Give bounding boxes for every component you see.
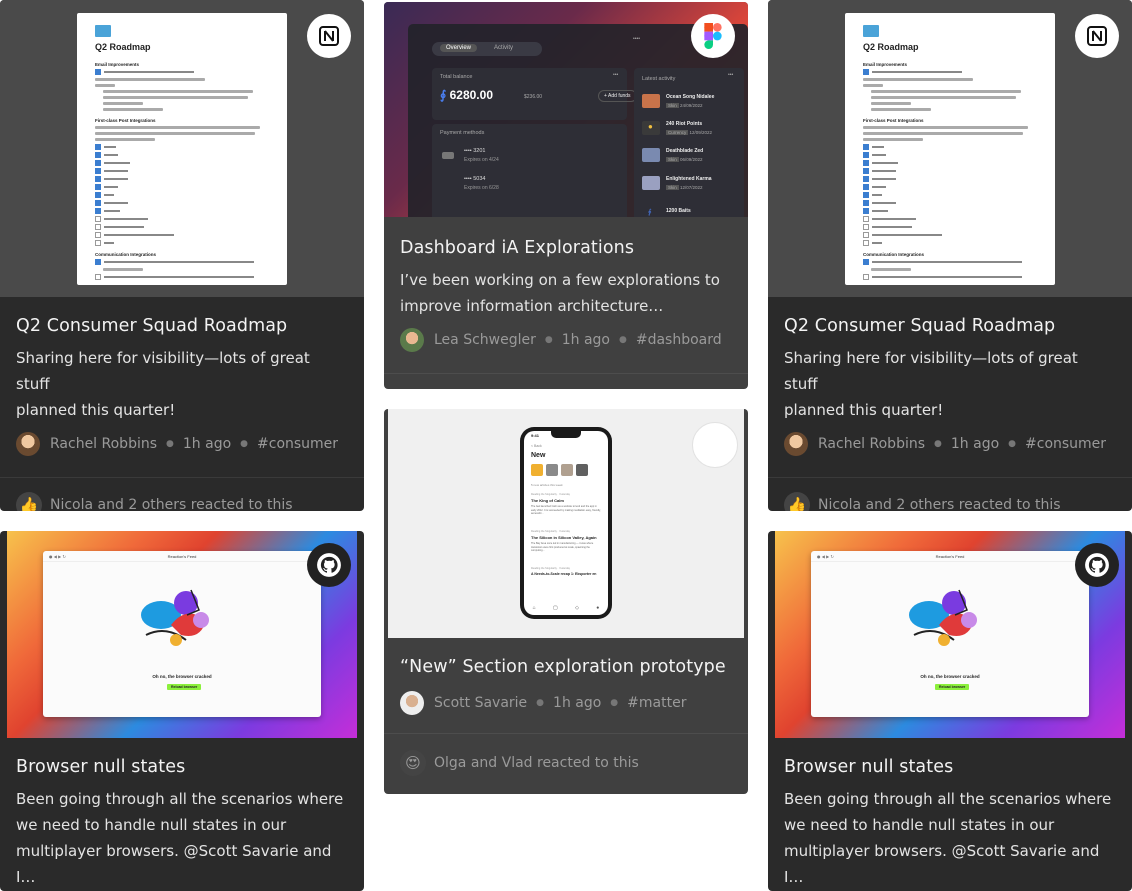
post-description: Been going through all the scenarios whe… (784, 790, 1112, 886)
post-meta: Scott Savarie ● 1h ago ● #matter (400, 691, 732, 715)
post-card-prototype[interactable]: 9:41 < Back New 5 new articles this week… (384, 409, 748, 794)
post-title[interactable]: Q2 Consumer Squad Roadmap (16, 316, 348, 336)
avatar[interactable] (784, 432, 808, 456)
browser-window-preview: ● ◀ ▶ ↻ Reaction's Feed Oh no, the brows… (43, 551, 321, 717)
doc-section: Email Improvements (863, 62, 908, 67)
post-card-roadmap[interactable]: Q2 Roadmap Email Improvements First-clas… (768, 0, 1132, 511)
post-meta: Rachel Robbins ● 1h ago ● #consumer (784, 432, 1116, 456)
reaction-row[interactable]: 👍 Nicola and 2 others reacted to this (0, 492, 364, 511)
heart-eyes-icon: 😍 (400, 750, 426, 776)
post-card-roadmap[interactable]: Q2 Roadmap Email Improvements First-clas… (0, 0, 364, 511)
post-tag[interactable]: #consumer (257, 436, 338, 452)
post-card-dashboard[interactable]: Overview Activity •••• Total balance ∮ 6… (384, 2, 748, 389)
doc-section: Communication Integrations (863, 252, 925, 257)
doc-section: Communication Integrations (95, 252, 157, 257)
notion-doc-preview: Q2 Roadmap Email Improvements First-clas… (77, 13, 287, 285)
github-icon[interactable] (1075, 543, 1119, 587)
post-meta: Rachel Robbins ● 1h ago ● #consumer (16, 432, 348, 456)
post-thumbnail: Q2 Roadmap Email Improvements First-clas… (768, 0, 1132, 297)
author-name[interactable]: Lea Schwegler (434, 332, 536, 348)
author-name[interactable]: Scott Savarie (434, 695, 527, 711)
phone-preview: 9:41 < Back New 5 new articles this week… (520, 427, 612, 619)
post-thumbnail: Overview Activity •••• Total balance ∮ 6… (384, 2, 748, 217)
post-time: 1h ago (553, 695, 602, 711)
post-card-browser[interactable]: ● ◀ ▶ ↻ Reaction's Feed Oh no, the brows… (768, 531, 1132, 891)
avatar[interactable] (400, 691, 424, 715)
post-time: 1h ago (182, 436, 232, 452)
doc-section: First-class Post Integrations (95, 118, 156, 123)
author-name[interactable]: Rachel Robbins (50, 436, 157, 452)
figma-icon[interactable] (691, 14, 735, 58)
post-thumbnail: ● ◀ ▶ ↻ Reaction's Feed Oh no, the brows… (775, 531, 1125, 738)
post-thumbnail: 9:41 < Back New 5 new articles this week… (388, 409, 744, 638)
doc-section: First-class Post Integrations (863, 118, 924, 123)
post-tag[interactable]: #matter (627, 695, 686, 711)
post-title[interactable]: Browser null states (16, 757, 348, 777)
browser-window-preview: ● ◀ ▶ ↻ Reaction's Feed Oh no, the brows… (811, 551, 1089, 717)
doc-emoji-icon (95, 25, 111, 37)
post-card-browser[interactable]: ● ◀ ▶ ↻ Reaction's Feed Oh no, the brows… (0, 531, 364, 891)
post-title[interactable]: Browser null states (784, 757, 1116, 777)
avatar[interactable] (400, 328, 424, 352)
post-description: I’ve been working on a few explorations … (400, 271, 720, 315)
reaction-text: Olga and Vlad reacted to this (434, 755, 639, 771)
doc-emoji-icon (863, 25, 879, 37)
post-time: 1h ago (561, 332, 610, 348)
post-description: Sharing here for visibility—lots of grea… (784, 349, 1078, 419)
broken-browser-illustration (141, 589, 209, 646)
thumbs-up-icon: 👍 (16, 492, 42, 511)
avatar-row (531, 464, 588, 476)
post-tag[interactable]: #dashboard (636, 332, 722, 348)
post-title[interactable]: “New” Section exploration prototype (400, 657, 732, 677)
notion-icon[interactable] (307, 14, 351, 58)
post-tag[interactable]: #consumer (1025, 436, 1106, 452)
reaction-text: Nicola and 2 others reacted to this (50, 497, 293, 511)
post-description: Sharing here for visibility—lots of grea… (16, 349, 310, 419)
reaction-text: Nicola and 2 others reacted to this (818, 497, 1061, 511)
broken-browser-illustration (909, 589, 977, 646)
doc-section: Email Improvements (95, 62, 140, 67)
author-name[interactable]: Rachel Robbins (818, 436, 925, 452)
post-title[interactable]: Dashboard iA Explorations (400, 238, 732, 258)
phone-tab-bar: ⌂ ▢ ◇ ● (532, 605, 600, 611)
avatar[interactable] (16, 432, 40, 456)
github-icon[interactable] (307, 543, 351, 587)
reaction-row[interactable]: 👍 Nicola and 2 others reacted to this (768, 492, 1132, 511)
post-description: Been going through all the scenarios whe… (16, 790, 344, 886)
notion-doc-preview: Q2 Roadmap Email Improvements First-clas… (845, 13, 1055, 285)
dashboard-preview: Overview Activity •••• Total balance ∮ 6… (408, 24, 748, 217)
post-time: 1h ago (950, 436, 1000, 452)
thumbs-up-icon: 👍 (784, 492, 810, 511)
notion-icon[interactable] (1075, 14, 1119, 58)
doc-heading: Q2 Roadmap (863, 42, 919, 52)
source-icon[interactable] (692, 422, 738, 468)
reaction-row[interactable]: 😍 Olga and Vlad reacted to this (384, 750, 748, 776)
post-meta: Lea Schwegler ● 1h ago ● #dashboard (400, 328, 732, 352)
post-thumbnail: ● ◀ ▶ ↻ Reaction's Feed Oh no, the brows… (7, 531, 357, 738)
doc-heading: Q2 Roadmap (95, 42, 151, 52)
post-title[interactable]: Q2 Consumer Squad Roadmap (784, 316, 1116, 336)
post-thumbnail: Q2 Roadmap Email Improvements First-clas… (0, 0, 364, 297)
